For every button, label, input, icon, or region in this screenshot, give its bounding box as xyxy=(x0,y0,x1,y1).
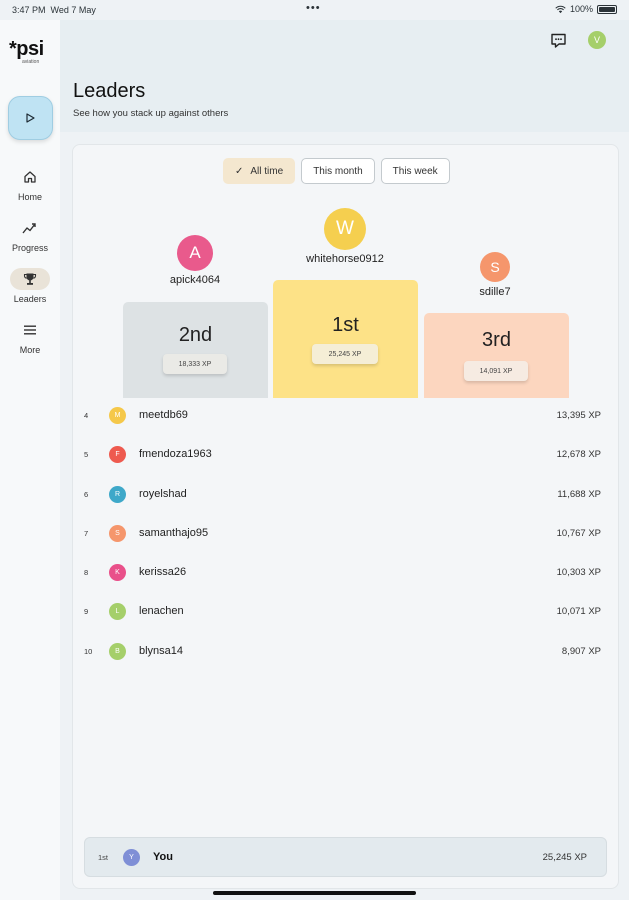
row-username: kerissa26 xyxy=(139,566,187,579)
row-avatar: B xyxy=(109,642,126,660)
row-rank: 5 xyxy=(84,450,89,460)
podium-place-second: 2nd xyxy=(178,324,213,346)
row-username: blynsa14 xyxy=(139,644,184,657)
podium-xp-second: 18,333 XP xyxy=(163,354,227,374)
current-user-name: You xyxy=(153,851,173,863)
sidebar-item-label: Progress xyxy=(11,243,48,253)
filter-this-week[interactable]: This week xyxy=(380,158,450,184)
play-button[interactable] xyxy=(8,96,53,140)
podium-name-third: sdille7 xyxy=(479,286,511,298)
chat-button[interactable] xyxy=(550,32,567,54)
leaderboard-row[interactable]: 4 M meetdb69 13,395 XP xyxy=(73,398,620,437)
row-xp: 11,688 XP xyxy=(557,488,601,500)
leaderboard-row[interactable]: 10 B blynsa14 8,907 XP xyxy=(73,634,620,673)
leaderboard-card: ✓ All time This month This week A apick4… xyxy=(72,144,619,889)
podium-avatar-third: S xyxy=(480,252,510,282)
home-indicator[interactable] xyxy=(213,891,416,895)
menu-lines-icon xyxy=(10,319,50,341)
page-subtitle: See how you stack up against others xyxy=(73,108,229,119)
podium-place-first: 1st xyxy=(332,314,359,336)
sidebar-item-progress[interactable]: Progress xyxy=(0,217,60,253)
row-avatar: R xyxy=(109,485,126,503)
row-rank: 4 xyxy=(84,411,89,420)
row-username: samanthajo95 xyxy=(139,526,209,539)
podium-block-first: 1st 25,245 XP xyxy=(273,280,418,398)
podium-name-second: apick4064 xyxy=(169,274,221,286)
leaderboard-row[interactable]: 9 L lenachen 10,071 XP xyxy=(73,594,620,633)
row-avatar: S xyxy=(109,524,126,542)
sidebar-item-label: Home xyxy=(17,192,42,202)
row-username: lenachen xyxy=(139,605,184,618)
trophy-icon xyxy=(10,268,50,290)
play-icon xyxy=(26,113,35,123)
row-username: meetdb69 xyxy=(139,409,188,421)
row-rank: 9 xyxy=(84,607,89,617)
row-rank: 8 xyxy=(84,568,89,578)
leaderboard-row[interactable]: 6 R royelshad 11,688 XP xyxy=(73,477,620,516)
leaderboard-list: 4 M meetdb69 13,395 XP 5 F fmendoza1963 … xyxy=(73,398,620,673)
podium-block-third: 3rd 14,091 XP xyxy=(424,313,569,398)
current-user-xp: 25,245 XP xyxy=(542,852,587,863)
battery-percent: 100% xyxy=(569,4,593,14)
current-user-avatar: Y xyxy=(123,849,140,866)
sidebar-item-label: More xyxy=(19,345,41,355)
row-rank: 6 xyxy=(84,489,89,499)
row-avatar: L xyxy=(109,603,126,621)
podium-xp-first: 25,245 XP xyxy=(312,344,378,364)
leaderboard-row[interactable]: 5 F fmendoza1963 12,678 XP xyxy=(73,437,620,476)
row-avatar: K xyxy=(109,564,126,582)
filter-this-month[interactable]: This month xyxy=(301,158,375,184)
sidebar-item-more[interactable]: More xyxy=(0,319,60,355)
user-avatar[interactable]: V xyxy=(588,31,606,49)
home-icon xyxy=(10,166,50,188)
podium-block-second: 2nd 18,333 XP xyxy=(123,302,268,398)
row-username: fmendoza1963 xyxy=(139,448,212,461)
status-time: 3:47 PM Wed 7 May xyxy=(12,5,96,15)
sidebar-item-leaders[interactable]: Leaders xyxy=(0,268,60,304)
row-username: royelshad xyxy=(139,487,187,500)
row-xp: 8,907 XP xyxy=(561,645,601,657)
podium-avatar-first: W xyxy=(324,208,366,250)
wifi-icon xyxy=(555,5,566,13)
leaderboard-row[interactable]: 7 S samanthajo95 10,767 XP xyxy=(73,516,620,555)
podium-avatar-second: A xyxy=(177,235,213,271)
leaderboard-row[interactable]: 8 K kerissa26 10,303 XP xyxy=(73,555,620,594)
app-logo: *psi aviation xyxy=(9,38,44,65)
row-xp: 10,767 XP xyxy=(556,527,601,539)
podium-name-first: whitehorse0912 xyxy=(306,253,384,265)
row-xp: 13,395 XP xyxy=(556,410,601,421)
status-right: 100% xyxy=(555,4,617,14)
chat-icon xyxy=(551,33,566,48)
sidebar-item-label: Leaders xyxy=(13,294,47,304)
sidebar: *psi aviation Home Progress Leaders More xyxy=(0,20,60,900)
multitask-dots[interactable]: ••• xyxy=(306,2,321,14)
row-xp: 10,071 XP xyxy=(556,606,601,618)
podium-place-third: 3rd xyxy=(482,329,511,351)
row-rank: 10 xyxy=(84,646,93,656)
check-icon: ✓ xyxy=(235,165,244,177)
row-avatar: F xyxy=(109,446,126,464)
row-xp: 12,678 XP xyxy=(556,449,601,461)
sidebar-item-home[interactable]: Home xyxy=(0,166,60,202)
current-user-rank: 1st xyxy=(98,853,109,862)
page-title: Leaders xyxy=(73,80,146,102)
battery-icon xyxy=(597,4,617,14)
row-rank: 7 xyxy=(84,528,89,538)
row-xp: 10,303 XP xyxy=(556,567,601,579)
podium-xp-third: 14,091 XP xyxy=(464,361,528,381)
current-user-row[interactable]: 1st Y You 25,245 XP xyxy=(84,837,607,877)
time-filter-group: ✓ All time This month This week xyxy=(223,158,450,184)
progress-chart-icon xyxy=(10,217,50,239)
row-avatar: M xyxy=(109,407,126,424)
filter-all-time[interactable]: ✓ All time xyxy=(223,158,296,184)
page-header: V Leaders See how you stack up against o… xyxy=(60,20,629,132)
status-bar: 3:47 PM Wed 7 May ••• 100% xyxy=(0,0,629,20)
